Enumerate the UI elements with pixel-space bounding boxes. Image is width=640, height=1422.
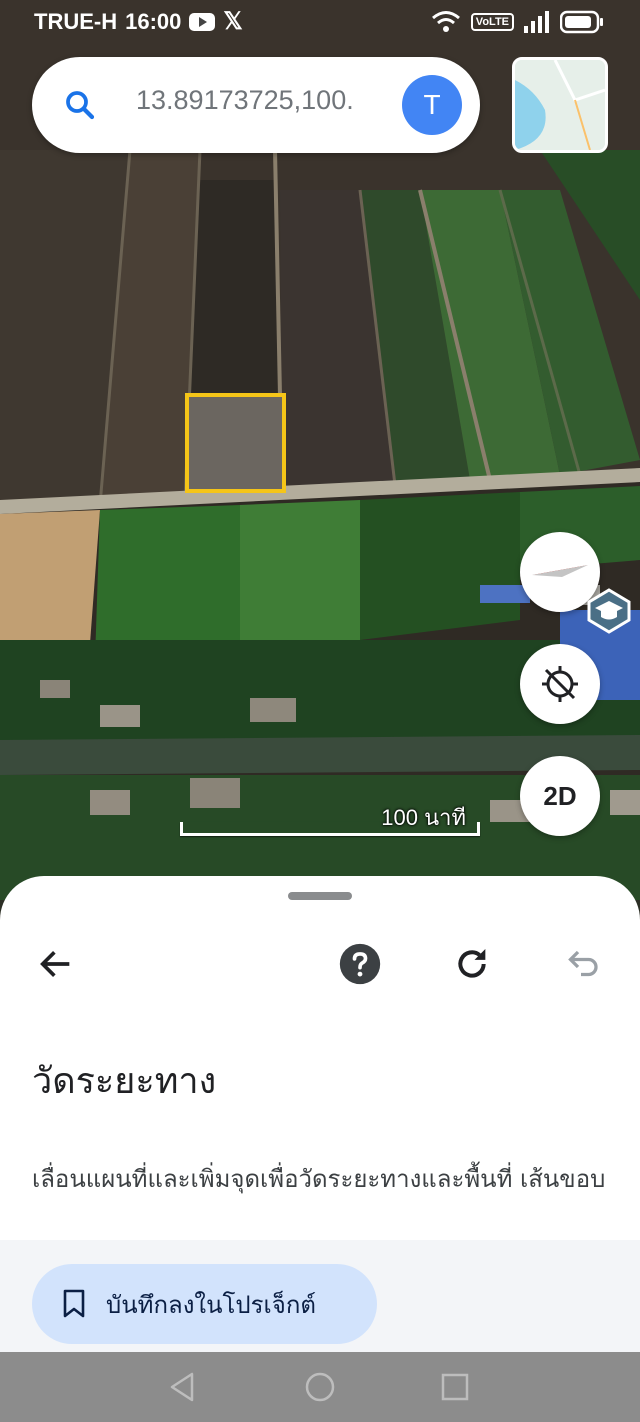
- back-button[interactable]: [32, 940, 80, 988]
- youtube-icon: [189, 13, 216, 31]
- avatar[interactable]: T: [402, 75, 462, 135]
- search-bar[interactable]: 13.89173725,100. T: [32, 57, 480, 153]
- compass-icon: [532, 565, 588, 577]
- undo-icon: [568, 950, 598, 977]
- search-input[interactable]: 13.89173725,100.: [136, 85, 376, 116]
- signal-icon: [524, 11, 549, 33]
- graduation-cap-icon[interactable]: [586, 588, 632, 634]
- toggle-2d-button[interactable]: 2D: [520, 756, 600, 836]
- x-icon: 𝕏: [223, 8, 243, 35]
- my-location-button[interactable]: [520, 644, 600, 724]
- nav-back-icon[interactable]: [166, 1370, 200, 1404]
- system-nav-bar: [0, 1352, 640, 1422]
- save-to-project-button[interactable]: บันทึกลงในโปรเจ็กต์: [32, 1264, 377, 1344]
- arrow-left-icon: [40, 951, 70, 977]
- bookmark-icon: [63, 1289, 85, 1318]
- sheet-title: วัดระยะทาง: [32, 1061, 217, 1102]
- help-button[interactable]: [336, 940, 384, 988]
- measure-distance-sheet: วัดระยะทาง เลื่อนแผนที่และเพิ่มจุดเพื่อว…: [0, 876, 640, 1352]
- carrier-label: TRUE-H: [34, 9, 118, 34]
- sheet-footer: บันทึกลงในโปรเจ็กต์: [0, 1240, 640, 1352]
- reset-button[interactable]: [448, 940, 496, 988]
- location-off-icon: [542, 666, 578, 702]
- nav-home-icon[interactable]: [303, 1370, 337, 1404]
- refresh-icon: [458, 949, 486, 978]
- help-icon: [339, 943, 381, 985]
- save-to-project-label: บันทึกลงในโปรเจ็กต์: [106, 1290, 316, 1319]
- battery-icon: [560, 10, 603, 34]
- map-scale: 100 นาที: [180, 798, 480, 840]
- drag-handle[interactable]: [288, 892, 352, 900]
- status-bar: TRUE-H 16:00 𝕏 VoLTE: [0, 0, 640, 46]
- wifi-icon: [431, 11, 460, 32]
- map-layers-button[interactable]: [512, 57, 608, 153]
- volte-badge: VoLTE: [470, 13, 514, 31]
- clock: 16:00: [125, 9, 182, 34]
- scale-line: [180, 822, 480, 836]
- search-icon[interactable]: [62, 87, 98, 123]
- nav-recents-icon[interactable]: [438, 1370, 472, 1404]
- undo-button[interactable]: [560, 940, 608, 988]
- measured-area-outline: [185, 393, 286, 493]
- sheet-description: เลื่อนแผนที่และเพิ่มจุดเพื่อวัดระยะทางแล…: [32, 1165, 606, 1193]
